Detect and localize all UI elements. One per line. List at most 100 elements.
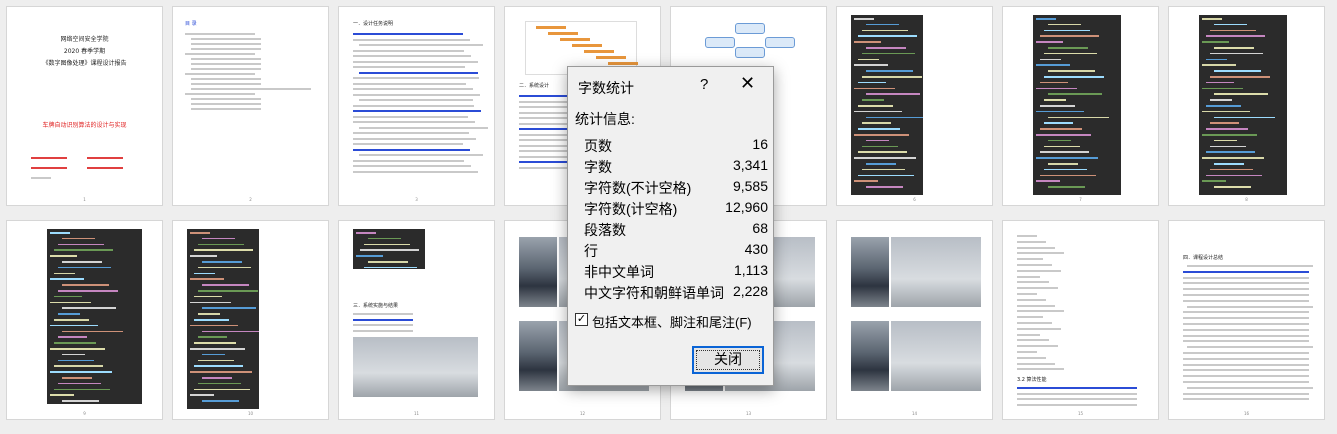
text-line <box>1017 246 1055 249</box>
code-line <box>1206 35 1265 37</box>
code-line <box>1036 157 1098 159</box>
text-line <box>1017 362 1055 365</box>
text-line <box>359 99 473 101</box>
toc-line <box>191 43 261 45</box>
page-number: 2 <box>249 197 252 202</box>
text-line <box>1183 282 1309 285</box>
code-line <box>1036 180 1060 182</box>
code-line <box>190 348 245 350</box>
code-line <box>1210 122 1239 124</box>
page-thumbnail[interactable]: 三．系统实施与结果 11 <box>338 220 495 420</box>
text-line <box>353 55 471 57</box>
flowchart-node <box>735 23 765 34</box>
text-line <box>1017 316 1043 319</box>
page-thumbnail[interactable]: 一．设计任务说明 3 <box>338 6 495 206</box>
code-line <box>194 295 222 298</box>
text-line <box>353 66 465 68</box>
text-line <box>1017 275 1040 278</box>
code-line <box>858 174 914 177</box>
code-line <box>356 255 383 257</box>
code-line <box>62 330 123 333</box>
code-line <box>1040 128 1082 130</box>
code-line <box>50 301 91 304</box>
page-thumbnail[interactable]: 3.2 算法性能 15 <box>1002 220 1159 420</box>
code-line <box>1210 29 1256 32</box>
text-line <box>353 33 463 35</box>
page-thumbnail[interactable]: 6 <box>836 6 993 206</box>
code-screenshot <box>1199 15 1287 195</box>
code-line <box>1214 163 1244 165</box>
code-line <box>202 284 249 286</box>
page-thumbnail[interactable]: 9 <box>6 220 163 420</box>
result-window-image <box>891 237 981 307</box>
code-line <box>190 324 238 327</box>
code-line <box>1206 151 1255 153</box>
code-line <box>368 237 401 240</box>
gantt-bar <box>536 26 566 29</box>
toc-line <box>191 103 261 105</box>
section-heading: 三．系统实施与结果 <box>353 303 399 309</box>
stat-label: 段落数 <box>584 222 626 238</box>
code-line <box>202 330 259 333</box>
code-line <box>194 272 215 275</box>
code-line <box>858 151 907 153</box>
page-number: 14 <box>911 411 918 416</box>
code-line <box>198 336 227 338</box>
code-line <box>50 278 84 280</box>
code-line <box>862 145 898 148</box>
code-line <box>1210 145 1246 148</box>
code-line <box>1206 105 1241 107</box>
close-button[interactable]: 关闭 <box>692 346 764 374</box>
page-thumbnail[interactable]: 目 录 2 <box>172 6 329 206</box>
page-thumbnail[interactable]: 10 <box>172 220 329 420</box>
code-line <box>202 261 242 263</box>
code-line <box>1048 139 1071 142</box>
text-line <box>353 49 464 52</box>
page-thumbnail[interactable]: 8 <box>1168 6 1325 206</box>
code-line <box>854 41 881 43</box>
code-line <box>364 266 417 269</box>
code-line <box>1210 168 1253 171</box>
text-line <box>353 115 468 118</box>
page-thumbnail[interactable]: 14 <box>836 220 993 420</box>
page-thumbnail[interactable]: 四．课程设计总结 16 <box>1168 220 1325 420</box>
code-line <box>1206 174 1262 177</box>
stat-value: 68 <box>752 220 768 236</box>
cover-field <box>87 157 123 159</box>
code-line <box>62 353 85 356</box>
code-line <box>202 400 239 402</box>
text-line <box>353 132 469 134</box>
code-line <box>50 394 74 396</box>
gantt-bar <box>548 32 578 35</box>
stat-row-chinese-korean-words: 中文字符和朝鲜语单词 2,228 <box>584 283 768 304</box>
page-number: 15 <box>1077 411 1084 416</box>
text-line <box>1017 293 1037 295</box>
code-line <box>50 371 112 373</box>
page-number: 7 <box>1079 197 1082 202</box>
code-line <box>62 307 116 309</box>
page-thumbnail[interactable]: 网络空间安全学院 2020 春季学期 《数字图像处理》课程设计报告 车牌自动识别算法的… <box>6 6 163 206</box>
code-line <box>1202 87 1243 90</box>
code-line <box>1214 116 1275 119</box>
text-line <box>1017 304 1055 307</box>
code-line <box>1202 64 1236 66</box>
close-icon[interactable]: ✕ <box>740 74 755 92</box>
page-thumbnail[interactable]: 7 <box>1002 6 1159 206</box>
text-line <box>1017 327 1061 330</box>
code-line <box>1040 58 1061 61</box>
checkbox-checked-icon[interactable]: ✓ <box>575 313 588 326</box>
code-line <box>858 128 900 130</box>
code-line <box>1214 47 1254 49</box>
code-line <box>1048 116 1109 119</box>
text-line <box>1017 368 1064 371</box>
text-line <box>353 170 478 173</box>
stat-row-characters-no-spaces: 字符数(不计空格) 9,585 <box>584 178 768 199</box>
text-line <box>1017 333 1040 336</box>
code-line <box>194 342 236 344</box>
text-line <box>1017 298 1046 301</box>
code-line <box>1202 157 1264 159</box>
subsection-heading: 3.2 算法性能 <box>1017 377 1047 383</box>
text-line <box>353 77 479 79</box>
code-line <box>866 139 889 142</box>
help-button[interactable]: ? <box>700 76 708 93</box>
